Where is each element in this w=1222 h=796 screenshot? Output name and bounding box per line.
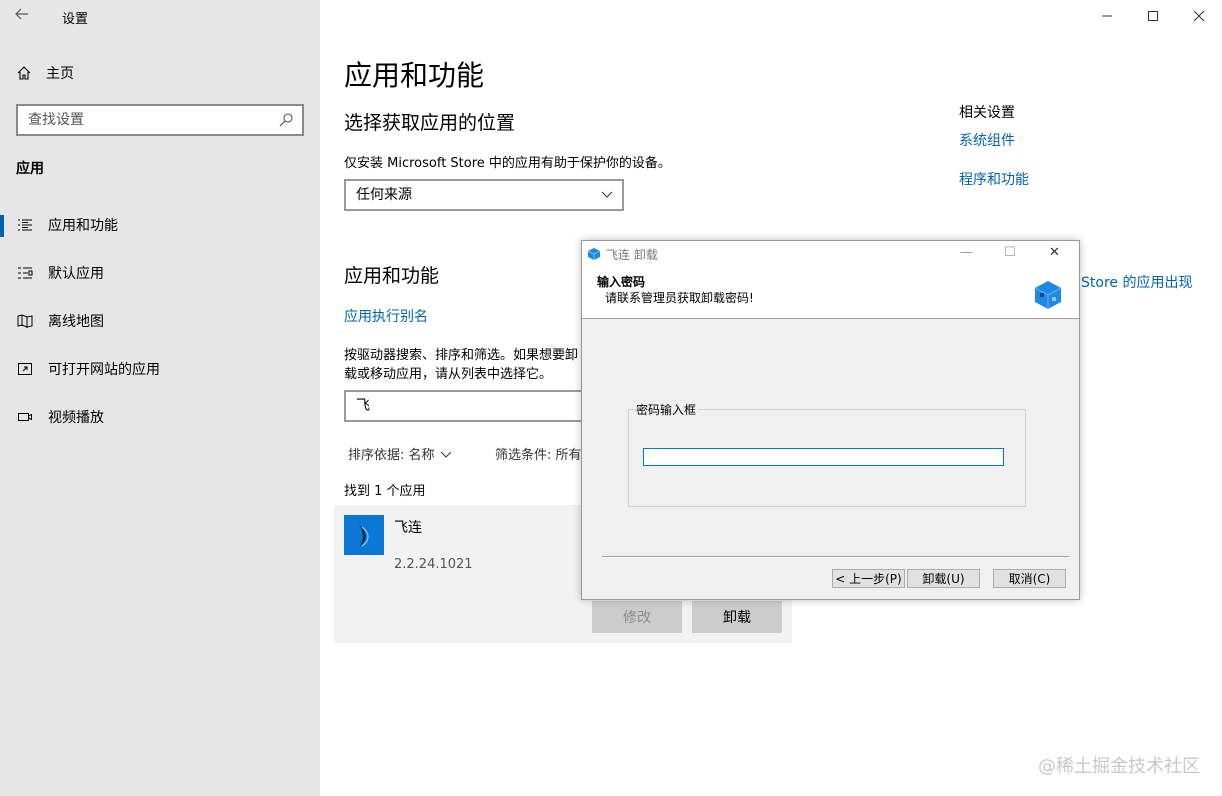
filter-label: 筛选条件: 所有 [495,448,582,463]
sidebar-item-apps-features[interactable]: 应用和功能 [0,207,320,243]
sort-dropdown[interactable]: 排序依据: 名称 [348,444,453,463]
maximize-icon[interactable] [1130,0,1176,32]
app-logo-icon [344,515,384,555]
uninstall-button[interactable]: 卸载 [692,601,782,633]
sidebar-item-home[interactable]: 主页 [16,62,74,84]
dialog-titlebar: 飞连 卸载 — ☐ ✕ [582,241,1079,267]
watermark: @稀土掘金技术社区 [1038,756,1200,777]
app-name: 飞连 [394,520,422,536]
password-input[interactable] [643,448,1004,466]
dialog-header-title: 输入密码 [597,275,646,289]
window-controls [1084,0,1222,32]
help-link[interactable]: Store 的应用出现 [1081,272,1192,292]
app-search-value: 飞 [356,398,370,414]
sort-label: 排序依据: 名称 [348,448,435,463]
sidebar-item-label: 视频播放 [48,410,104,426]
default-apps-icon [16,264,34,282]
home-icon [17,66,31,80]
sidebar-item-offline-maps[interactable]: 离线地图 [0,303,320,339]
programs-features-link[interactable]: 程序和功能 [959,169,1029,189]
apps-heading: 应用和功能 [344,265,440,287]
home-label: 主页 [46,66,74,82]
settings-window: 设置 主页 应用 应用和功能 默认应用 离线地图 [0,0,1222,796]
list-icon [16,216,34,234]
filter-dropdown[interactable]: 筛选条件: 所有 [495,444,582,463]
app-alias-link[interactable]: 应用执行别名 [344,306,428,326]
sidebar-item-label: 可打开网站的应用 [48,362,160,378]
found-count: 找到 1 个应用 [344,484,426,499]
search-description: 按驱动器搜索、排序和筛选。如果想要卸载或移动应用，请从列表中选择它。 [344,348,579,382]
dialog-title: 飞连 卸载 [606,248,658,262]
dialog-header-subtitle: 请联系管理员获取卸载密码! [605,291,754,305]
chevron-down-icon [440,451,451,458]
close-icon[interactable] [1176,0,1222,32]
video-icon [16,408,34,426]
map-icon [16,312,34,330]
related-settings-heading: 相关设置 [959,105,1015,121]
section-label: 应用 [16,161,44,177]
search-box[interactable] [16,104,304,136]
sidebar-item-video-playback[interactable]: 视频播放 [0,399,320,435]
uninstall-dialog: 飞连 卸载 — ☐ ✕ 输入密码 请联系管理员获取卸载密码! 密码输入框 < 上… [581,240,1080,600]
page-title: 应用和功能 [344,59,485,92]
password-group-label: 密码输入框 [634,401,699,418]
sidebar-item-label: 默认应用 [48,266,104,282]
search-icon[interactable] [278,112,294,128]
close-icon[interactable]: ✕ [1049,245,1060,260]
app-search-input[interactable]: 飞 [344,390,584,422]
search-input[interactable] [18,106,258,134]
back-arrow-icon[interactable] [14,6,34,26]
window-title: 设置 [62,12,89,27]
dialog-header: 输入密码 请联系管理员获取卸载密码! [582,267,1079,319]
system-components-link[interactable]: 系统组件 [959,130,1015,150]
modify-button[interactable]: 修改 [592,601,682,633]
sidebar-item-default-apps[interactable]: 默认应用 [0,255,320,291]
open-link-icon [16,360,34,378]
divider [602,556,1069,558]
sidebar-item-label: 应用和功能 [48,218,118,234]
source-heading: 选择获取应用的位置 [344,112,516,134]
app-version: 2.2.24.1021 [394,557,473,572]
minimize-icon[interactable] [1084,0,1130,32]
minimize-icon[interactable]: — [960,245,973,260]
maximize-icon[interactable]: ☐ [1004,245,1016,260]
uninstall-confirm-button[interactable]: 卸载(U) [907,569,980,588]
sidebar-item-website-apps[interactable]: 可打开网站的应用 [0,351,320,387]
chevron-down-icon [601,191,613,198]
app-source-dropdown[interactable]: 任何来源 [344,179,624,211]
cancel-button[interactable]: 取消(C) [993,569,1066,588]
app-cube-icon [1034,281,1062,309]
back-button[interactable]: < 上一步(P) [832,569,905,588]
sidebar-item-label: 离线地图 [48,314,104,330]
app-cube-icon [587,248,601,260]
sidebar: 设置 主页 应用 应用和功能 默认应用 离线地图 [0,0,320,796]
source-description: 仅安装 Microsoft Store 中的应用有助于保护你的设备。 [344,156,671,171]
dropdown-value: 任何来源 [356,187,412,203]
